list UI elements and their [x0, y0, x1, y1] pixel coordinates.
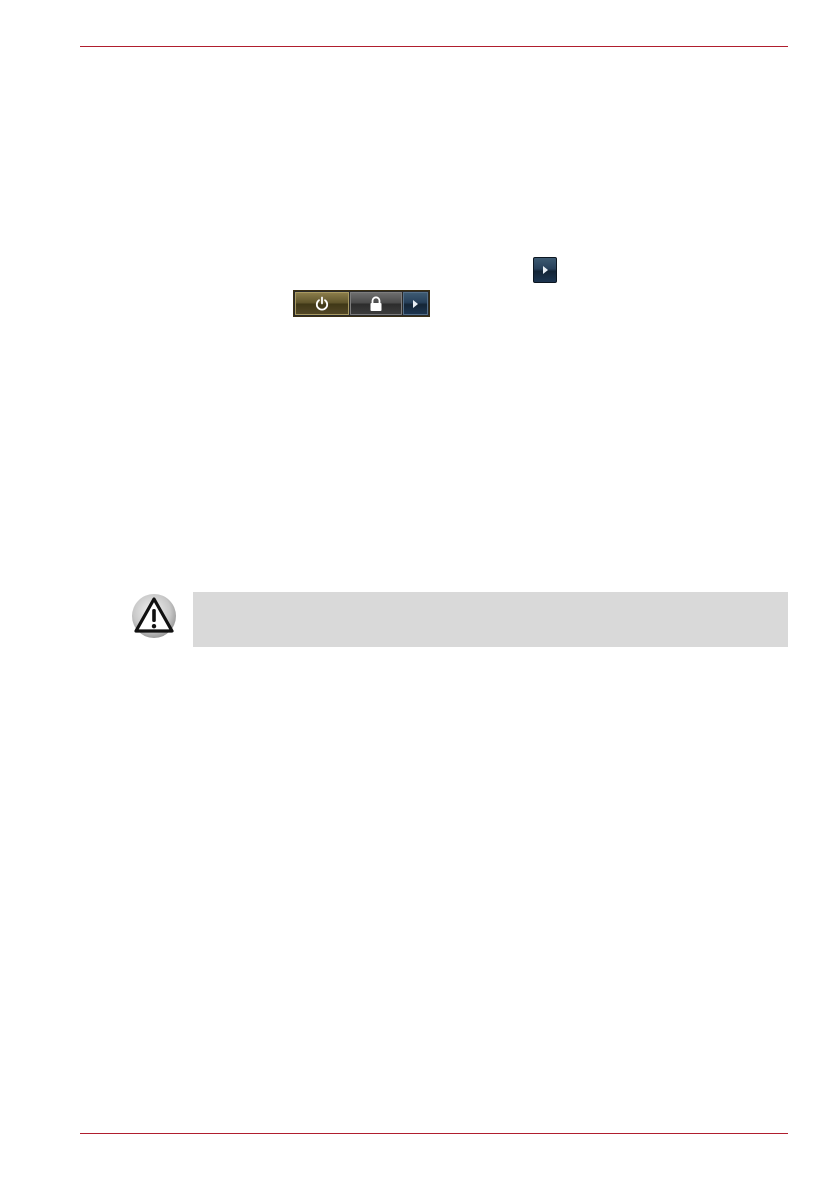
lock-icon: [370, 295, 382, 311]
warning-note-box: [193, 592, 788, 647]
power-icon: [315, 296, 329, 311]
inline-arrow-button-icon: [533, 257, 557, 283]
footer-rule: [80, 1133, 788, 1134]
warning-triangle-icon: [130, 592, 178, 640]
lock-button: [350, 292, 402, 315]
shutdown-button-strip: [293, 290, 430, 317]
shutdown-menu-arrow-button: [403, 292, 428, 315]
header-rule: [80, 46, 788, 47]
right-arrow-icon: [413, 299, 418, 308]
power-button: [295, 292, 349, 315]
right-arrow-icon: [542, 266, 548, 274]
